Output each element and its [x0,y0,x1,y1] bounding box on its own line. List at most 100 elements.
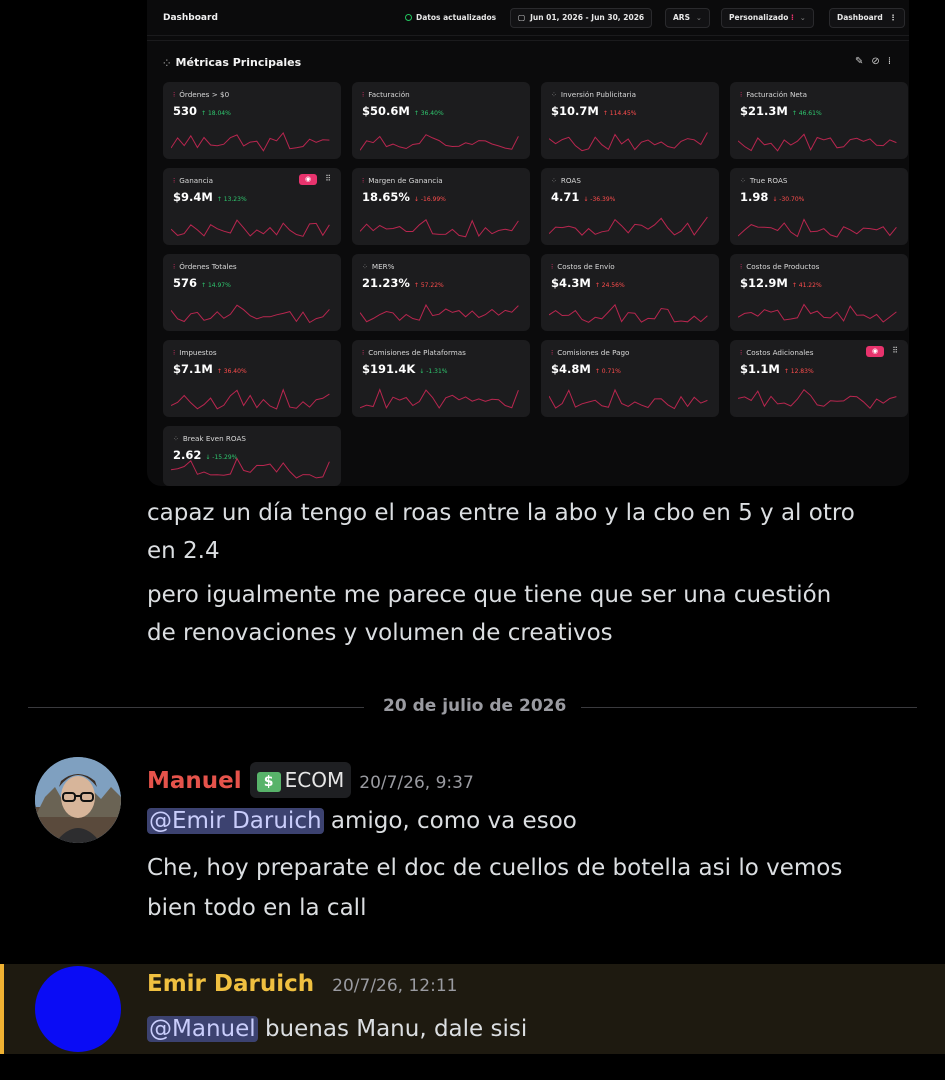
metric-card[interactable]: ⁝ Impuestos $7.1M ↑ 36.40% [163,340,341,417]
metric-card[interactable]: ⁘ True ROAS 1.98 ↓ -30.70% [730,168,908,245]
view-select[interactable]: Dashboard ⋮ [829,8,905,28]
chevron-down-icon: ⌄ [695,14,702,22]
metric-card[interactable]: ⁝ Ganancia $9.4M ↑ 13.23% ◉ ⠿ [163,168,341,245]
sparkline [549,388,708,410]
metric-value: $10.7M ↑ 114.45% [551,104,637,118]
metric-change: ↑ 0.71% [594,368,621,375]
drag-handle-icon[interactable]: ⠿ [892,346,898,355]
metric-change: ↑ 57.22% [413,282,444,289]
prev-message-line: capaz un día tengo el roas entre la abo … [147,500,855,526]
sparkline [360,388,519,410]
metric-icon: ⁝ [362,177,365,185]
metric-value: $191.4K ↓ -1.31% [362,362,448,376]
metric-value: 18.65% ↓ -16.99% [362,190,446,204]
metric-value: $50.6M ↑ 36.40% [362,104,444,118]
divider-line [581,707,917,708]
date-divider: 20 de julio de 2026 [28,696,917,720]
metric-label: ⁝ Comisiones de Pago [551,348,630,357]
metric-icon: ⁝ [362,91,365,99]
message-header: Emir Daruich 20/7/26, 12:11 [147,971,457,997]
divider-line [28,707,364,708]
metric-value: $12.9M ↑ 41.22% [740,276,822,290]
metric-label: ⁝ Ganancia [173,176,214,185]
loader-icon: ⁘ [163,59,171,69]
metric-icon: ⁝ [173,91,176,99]
metric-change: ↑ 13.23% [216,196,247,203]
metric-card[interactable]: ⁝ Facturación $50.6M ↑ 36.40% [352,82,530,159]
metric-value: $4.3M ↑ 24.56% [551,276,625,290]
metric-card[interactable]: ⁘ Break Even ROAS 2.62 ↓ -15.29% [163,426,341,486]
metric-change: ↑ 41.22% [791,282,822,289]
sync-status: Datos actualizados [405,13,496,22]
message-line: bien todo en la call [147,895,367,921]
dashboard-topbar: Dashboard Datos actualizados ▢ Jun 01, 20… [147,0,909,36]
metric-value: $7.1M ↑ 36.40% [173,362,247,376]
metric-card[interactable]: ⁝ Margen de Ganancia 18.65% ↓ -16.99% [352,168,530,245]
message-body: @Emir Daruich amigo, como va esoo [147,808,577,834]
metric-card[interactable]: ⁝ Costos de Productos $12.9M ↑ 41.22% [730,254,908,331]
metric-change: ↓ -16.99% [413,196,446,203]
sparkline [738,133,897,152]
metric-value: $9.4M ↑ 13.23% [173,190,247,204]
metric-icon: ⁘ [362,263,368,271]
metric-card[interactable]: ⁘ ROAS 4.71 ↓ -36.39% [541,168,719,245]
metric-icon: ⁘ [551,91,557,99]
more-vertical-icon: ⋮ [889,13,897,22]
message-line: Che, hoy preparate el doc de cuellos de … [147,855,843,881]
panel-title: ⁘ Métricas Principales [163,56,302,69]
metric-label: ⁘ True ROAS [740,176,788,185]
author-name[interactable]: Manuel [147,768,242,794]
main-metrics-panel: ⁘ Métricas Principales ✎⊘⁞ ⁝ Órdenes > $0 5… [147,40,909,486]
metric-icon: ⁝ [740,91,743,99]
prev-message-line: en 2.4 [147,538,220,564]
avatar-emir[interactable] [35,966,121,1052]
currency-select[interactable]: ARS ⌄ [665,8,710,28]
metric-icon: ⁝ [740,263,743,271]
sparkline [171,131,330,152]
mention-highlight-bar [0,964,4,1054]
custom-select[interactable]: Personalizado ⁝ ⌄ [721,8,814,28]
metric-icon: ⁝ [173,177,176,185]
metric-value: 4.71 ↓ -36.39% [551,190,616,204]
date-range-picker[interactable]: ▢ Jun 01, 2026 - Jun 30, 2026 [510,8,653,28]
drag-handle-icon[interactable]: ⠿ [325,174,331,183]
dashboard-screenshot[interactable]: Dashboard Datos actualizados ▢ Jun 01, 20… [147,0,909,486]
metric-label: ⁝ Comisiones de Plataformas [362,348,466,357]
metric-change: ↑ 114.45% [602,110,637,117]
user-mention[interactable]: @Emir Daruich [147,808,324,834]
metric-card[interactable]: ⁘ Inversión Publicitaria $10.7M ↑ 114.45% [541,82,719,159]
metric-card[interactable]: ⁘ MER% 21.23% ↑ 57.22% [352,254,530,331]
eye-icon[interactable]: ◉ [866,346,884,357]
metric-card[interactable]: ⁝ Facturación Neta $21.3M ↑ 46.61% [730,82,908,159]
metric-change: ↑ 46.61% [791,110,822,117]
edit-icon[interactable]: ✎ [855,56,871,67]
metric-card[interactable]: ⁝ Costos Adicionales $1.1M ↑ 12.83% ◉ ⠿ [730,340,908,417]
metric-value: $4.8M ↑ 0.71% [551,362,621,376]
user-mention[interactable]: @Manuel [147,1016,258,1042]
metric-label: ⁝ Órdenes > $0 [173,90,230,99]
drag-handle-icon[interactable]: ⁞ [888,56,899,67]
author-name[interactable]: Emir Daruich [147,971,314,997]
metric-card[interactable]: ⁝ Comisiones de Pago $4.8M ↑ 0.71% [541,340,719,417]
sparkline [738,388,897,409]
metric-card[interactable]: ⁝ Órdenes Totales 576 ↑ 14.97% [163,254,341,331]
metric-card[interactable]: ⁝ Órdenes > $0 530 ↑ 18.04% [163,82,341,159]
panel-tools: ✎⊘⁞ [855,56,899,67]
money-icon: $ [256,772,281,792]
metric-change: ↑ 18.04% [201,110,231,117]
timestamp: 20/7/26, 9:37 [359,773,474,793]
metric-icon: ⁘ [551,177,557,185]
hide-icon[interactable]: ⊘ [871,56,887,67]
eye-icon[interactable]: ◉ [299,174,317,185]
sparkline [171,304,330,324]
avatar-manuel[interactable] [35,757,121,843]
metric-change: ↑ 24.56% [594,282,625,289]
sparkline [549,132,708,152]
date-divider-label: 20 de julio de 2026 [383,696,567,716]
metric-card[interactable]: ⁝ Comisiones de Plataformas $191.4K ↓ -1.31… [352,340,530,417]
metric-icon: ⁘ [173,435,179,443]
timestamp: 20/7/26, 12:11 [332,976,458,996]
role-badge[interactable]: $ ECOM [249,762,352,798]
metric-card[interactable]: ⁝ Costos de Envío $4.3M ↑ 24.56% [541,254,719,331]
metric-icon: ⁝ [740,349,743,357]
